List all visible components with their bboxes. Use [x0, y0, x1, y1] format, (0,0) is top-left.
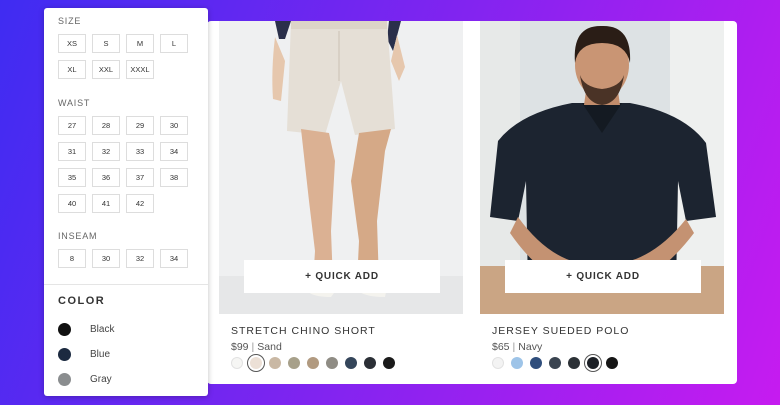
color-swatch[interactable] — [250, 357, 262, 369]
quick-add-button[interactable]: + QUICK ADD — [505, 260, 701, 293]
color-option-label: Gray — [90, 374, 112, 385]
color-swatch[interactable] — [492, 357, 504, 369]
waist-option[interactable]: 31 — [58, 142, 86, 161]
size-option[interactable]: XL — [58, 60, 86, 79]
waist-option[interactable]: 41 — [92, 194, 120, 213]
color-option-gray[interactable]: Gray — [58, 373, 112, 386]
product-price: $65 | Navy — [492, 341, 542, 353]
color-swatch[interactable] — [511, 357, 523, 369]
color-swatch[interactable] — [231, 357, 243, 369]
waist-option[interactable]: 40 — [58, 194, 86, 213]
color-swatch[interactable] — [288, 357, 300, 369]
product-image[interactable]: + QUICK ADD — [219, 21, 463, 314]
waist-option[interactable]: 34 — [160, 142, 188, 161]
inseam-option[interactable]: 32 — [126, 249, 154, 268]
color-swatch[interactable] — [549, 357, 561, 369]
waist-option[interactable]: 32 — [92, 142, 120, 161]
size-option[interactable]: XXL — [92, 60, 120, 79]
product-name[interactable]: JERSEY SUEDED POLO — [492, 325, 629, 337]
size-option[interactable]: S — [92, 34, 120, 53]
color-option-blue[interactable]: Blue — [58, 348, 110, 361]
price-value: $65 — [492, 341, 510, 353]
size-heading: SIZE — [58, 16, 82, 26]
waist-option[interactable]: 33 — [126, 142, 154, 161]
inseam-heading: INSEAM — [58, 231, 98, 241]
waist-option[interactable]: 29 — [126, 116, 154, 135]
product-price: $99 | Sand — [231, 341, 282, 353]
divider — [44, 284, 208, 285]
color-swatch[interactable] — [568, 357, 580, 369]
waist-option[interactable]: 37 — [126, 168, 154, 187]
size-option[interactable]: L — [160, 34, 188, 53]
size-option[interactable]: XS — [58, 34, 86, 53]
quick-add-button[interactable]: + QUICK ADD — [244, 260, 440, 293]
inseam-option[interactable]: 8 — [58, 249, 86, 268]
color-swatch-dot — [58, 373, 71, 386]
color-swatch[interactable] — [364, 357, 376, 369]
color-swatch[interactable] — [307, 357, 319, 369]
color-swatch[interactable] — [345, 357, 357, 369]
color-heading: COLOR — [58, 295, 106, 307]
color-swatch-dot — [58, 323, 71, 336]
size-option[interactable]: XXXL — [126, 60, 154, 79]
waist-option[interactable]: 38 — [160, 168, 188, 187]
color-swatch[interactable] — [530, 357, 542, 369]
price-separator: | — [251, 341, 255, 353]
waist-option[interactable]: 28 — [92, 116, 120, 135]
product-name[interactable]: STRETCH CHINO SHORT — [231, 325, 376, 337]
color-swatch[interactable] — [587, 357, 599, 369]
color-swatch[interactable] — [269, 357, 281, 369]
inseam-option[interactable]: 34 — [160, 249, 188, 268]
waist-option[interactable]: 30 — [160, 116, 188, 135]
color-option-black[interactable]: Black — [58, 323, 114, 336]
waist-option[interactable]: 27 — [58, 116, 86, 135]
color-swatch[interactable] — [606, 357, 618, 369]
color-option-label: Blue — [90, 349, 111, 360]
size-option[interactable]: M — [126, 34, 154, 53]
color-name: Sand — [257, 341, 282, 353]
waist-options: 27 28 29 30 31 32 33 34 35 36 37 38 40 41 42 — [58, 116, 188, 213]
color-swatch[interactable] — [383, 357, 395, 369]
filter-sidebar: SIZE XS S M L XL XXL XXXL WAIST 27 28 29 30 31 32 33… — [44, 8, 208, 396]
price-separator: | — [512, 341, 516, 353]
price-value: $99 — [231, 341, 249, 353]
color-swatches — [492, 357, 618, 369]
waist-option[interactable]: 36 — [92, 168, 120, 187]
waist-option[interactable]: 35 — [58, 168, 86, 187]
product-image[interactable]: + QUICK ADD — [480, 21, 724, 314]
size-options: XS S M L XL XXL XXXL — [58, 34, 188, 79]
color-option-label: Black — [90, 324, 115, 335]
inseam-option[interactable]: 30 — [92, 249, 120, 268]
waist-option[interactable]: 42 — [126, 194, 154, 213]
color-swatches — [231, 357, 395, 369]
waist-heading: WAIST — [58, 98, 91, 108]
page: { "filters": { "size": {"heading": "SIZE… — [0, 0, 780, 405]
product-grid-panel: + QUICK ADD STRETCH CHINO SHORT $99 | Sand — [207, 21, 737, 384]
color-name: Navy — [518, 341, 543, 353]
inseam-options: 8 30 32 34 — [58, 249, 188, 268]
color-swatch-dot — [58, 348, 71, 361]
color-swatch[interactable] — [326, 357, 338, 369]
